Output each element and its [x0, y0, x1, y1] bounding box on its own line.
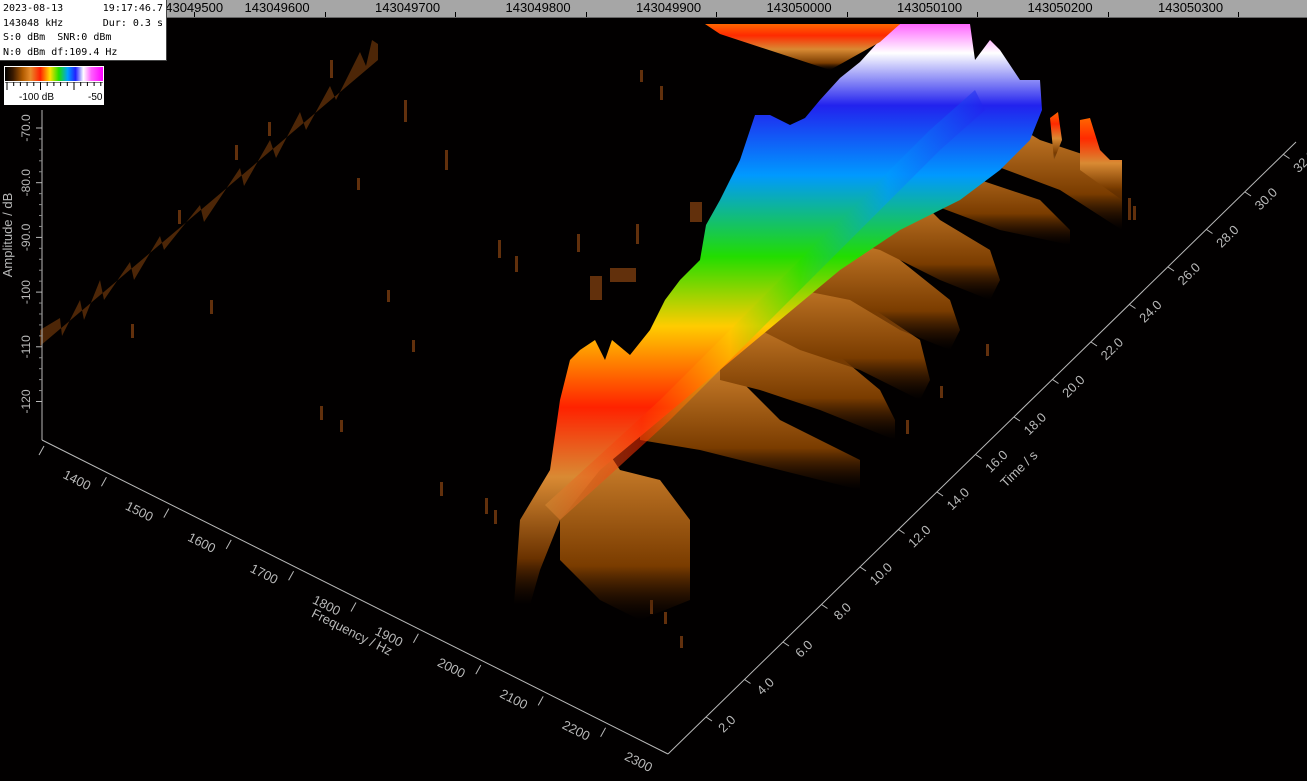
time-tick [1206, 229, 1213, 234]
ruler-tick [325, 12, 326, 17]
time-tick [975, 454, 982, 459]
df-value: df:109.4 Hz [51, 46, 118, 58]
frequency-tick-label: 1600 [186, 529, 219, 555]
frequency-tick [475, 664, 482, 675]
ruler-label: 143049700 [375, 0, 441, 15]
time-tick [1013, 416, 1021, 422]
frequency-tick [288, 570, 295, 581]
ruler-tick [1108, 12, 1109, 17]
amplitude-tick-label: -110 [19, 335, 33, 358]
time-tick [821, 604, 828, 609]
ruler-label: 143049600 [244, 0, 310, 15]
time-tick [1244, 191, 1252, 197]
time-tick [705, 716, 713, 722]
amplitude-axis-label: Amplitude / dB [0, 193, 15, 278]
time-tick-label: 8.0 [831, 600, 854, 623]
time-tick-label: 28.0 [1213, 222, 1242, 250]
ruler-tick [1238, 12, 1239, 17]
time-tick-label: 26.0 [1175, 260, 1204, 288]
ruler-tick [847, 12, 848, 17]
frequency-ruler[interactable]: 143049500 143049600 143049700 143049800 1430… [0, 0, 1307, 18]
color-scale-ticks [5, 82, 103, 90]
duration-value: Dur: 0.3 s [102, 17, 163, 29]
amplitude-tick-label: -120 [19, 389, 33, 413]
frequency-tick-label: 2200 [560, 717, 593, 743]
time-tick-label: 18.0 [1021, 410, 1050, 438]
frequency-tick [225, 539, 232, 550]
frequency-tick-label: 1400 [61, 467, 94, 493]
time-tick [1090, 341, 1098, 347]
ruler-label: 143049800 [505, 0, 571, 15]
frequency-tick [537, 696, 544, 706]
frequency-tick-label: 2300 [622, 748, 655, 774]
ruler-label: 143050100 [897, 0, 963, 15]
frequency-tick-label: 1500 [123, 498, 156, 524]
ruler-tick [455, 12, 456, 17]
snr-value: SNR:0 dBm [57, 32, 112, 43]
frequency-tick-label: 2100 [498, 686, 531, 712]
time-tick [782, 641, 790, 647]
noise-value: N:0 dBm [3, 46, 46, 58]
time-tick-label: 14.0 [944, 485, 973, 513]
spectrum-surface [40, 24, 1136, 648]
time-tick-label: 22.0 [1098, 335, 1127, 363]
time-tick [898, 529, 905, 534]
time-tick [1167, 266, 1175, 272]
ruler-label: 143050300 [1158, 0, 1224, 15]
time-tick [744, 679, 751, 684]
color-scale-gradient [5, 67, 103, 81]
ruler-label: 143050000 [766, 0, 832, 15]
time-tick [936, 491, 944, 497]
time-tick-label: 32.0 [1290, 147, 1307, 175]
time-tick-label: 10.0 [867, 560, 896, 588]
amplitude-tick-label: -70.0 [19, 114, 33, 142]
time-tick-label: 6.0 [792, 637, 815, 660]
ruler-label: 143049900 [636, 0, 702, 15]
frequency-tick-label: 1700 [248, 561, 281, 587]
ruler-label: 143049500 [158, 0, 224, 15]
time-tick-label: 30.0 [1252, 185, 1281, 213]
ruler-tick [977, 12, 978, 17]
color-scale-min-label: -100 dB [19, 92, 55, 103]
time-tick-label: 24.0 [1136, 297, 1165, 325]
amplitude-tick-label: -100 [19, 280, 33, 304]
amplitude-axis: -70.0 -80.0 -90.0 -100 -110 -120 Amplitude / … [0, 110, 43, 440]
ruler-label: 143050200 [1027, 0, 1093, 15]
waterfall-3d-plot[interactable]: -70.0 -80.0 -90.0 -100 -110 -120 Amplitude / … [0, 0, 1307, 781]
frequency-tick [38, 445, 45, 456]
date-value: 2023-08-13 [3, 3, 64, 14]
ruler-tick [716, 12, 717, 17]
ruler-tick [194, 12, 195, 17]
frequency-tick [163, 508, 170, 518]
time-tick-label: 4.0 [754, 675, 777, 698]
info-panel: 2023-08-13 19:17:46.7 143048 kHz Dur: 0.3 … [0, 0, 167, 61]
frequency-tick [412, 633, 419, 644]
amplitude-tick-label: -90.0 [19, 223, 33, 251]
time-tick-label: 2.0 [715, 712, 738, 735]
frequency-tick [600, 727, 607, 737]
time-tick-label: 20.0 [1059, 372, 1088, 400]
center-frequency-value: 143048 kHz [3, 17, 64, 29]
time-tick [1129, 304, 1136, 309]
frequency-tick [350, 602, 357, 612]
time-value: 19:17:46.7 [102, 3, 163, 14]
amplitude-tick-label: -80.0 [19, 169, 33, 197]
time-tick [1052, 379, 1059, 384]
time-tick [1283, 154, 1290, 159]
signal-value: S:0 dBm [3, 32, 46, 43]
frequency-tick [100, 477, 107, 487]
ruler-tick [586, 12, 587, 17]
time-tick-label: 12.0 [905, 522, 934, 550]
frequency-tick-label: 2000 [435, 655, 468, 681]
color-scale-max-label: -50 [88, 92, 103, 103]
color-scale-legend: -100 dB -50 [4, 66, 104, 105]
time-tick [859, 566, 867, 572]
